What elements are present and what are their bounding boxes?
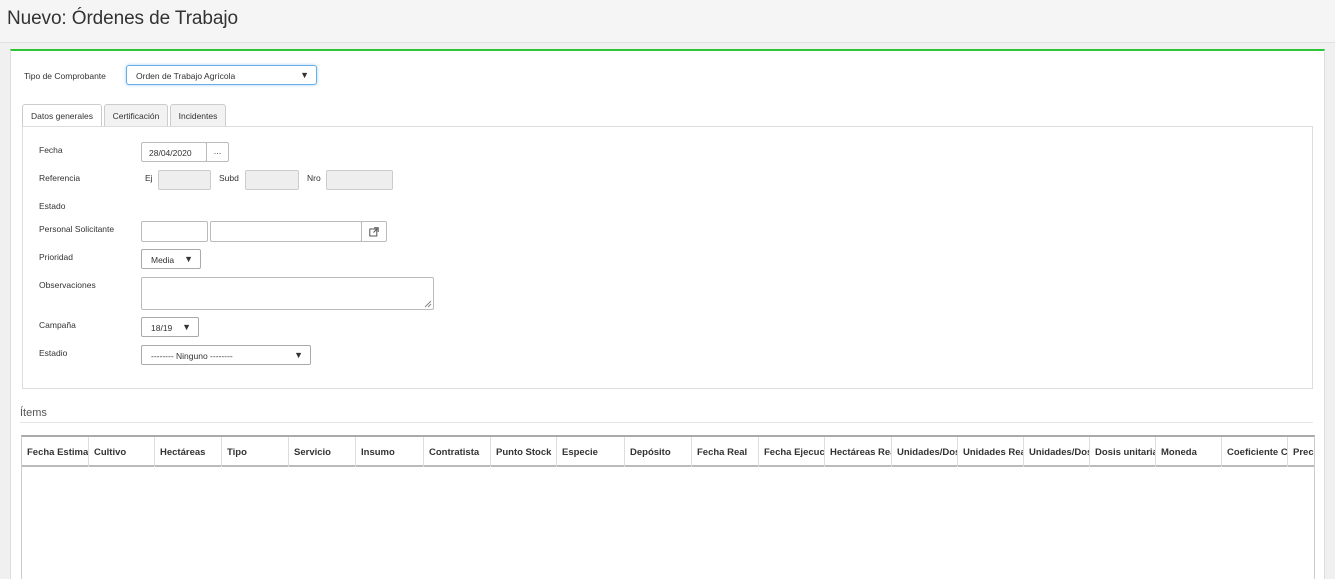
comprobante-select[interactable]: Orden de Trabajo Agrícola ▼	[126, 65, 317, 85]
column-header[interactable]: Dosis unitaria	[1090, 437, 1156, 467]
items-title: Ítems	[20, 407, 47, 419]
column-header[interactable]: Tipo	[222, 437, 289, 467]
column-header[interactable]: Unidades Reales	[958, 437, 1024, 467]
observaciones-textarea[interactable]	[141, 277, 434, 310]
column-header[interactable]: Hectáreas Reales	[825, 437, 892, 467]
column-header[interactable]: Contratista	[424, 437, 491, 467]
subd-label: Subd	[219, 173, 239, 183]
column-header[interactable]: Insumo	[356, 437, 424, 467]
referencia-label: Referencia	[39, 173, 81, 183]
resize-grip-icon[interactable]	[424, 300, 432, 308]
fecha-picker-button[interactable]: ...	[206, 142, 229, 162]
estadio-value: -------- Ninguno --------	[151, 351, 233, 361]
prioridad-select[interactable]: Media ▼	[141, 249, 201, 269]
column-header[interactable]: Hectáreas	[155, 437, 222, 467]
items-grid: Fecha EstimadaCultivoHectáreasTipoServic…	[21, 435, 1315, 579]
campana-label: Campaña	[39, 320, 76, 330]
column-header[interactable]: Fecha Ejecución	[759, 437, 825, 467]
page-title: Nuevo: Órdenes de Trabajo	[7, 8, 238, 29]
column-header[interactable]: Depósito	[625, 437, 692, 467]
observaciones-label: Observaciones	[39, 280, 96, 290]
page-header: Nuevo: Órdenes de Trabajo	[0, 0, 1335, 43]
column-header[interactable]: Servicio	[289, 437, 356, 467]
column-header[interactable]: Cultivo	[89, 437, 155, 467]
estadio-label: Estadio	[39, 348, 68, 358]
campana-value: 18/19	[151, 323, 173, 333]
column-header[interactable]: Precio	[1288, 437, 1314, 467]
column-header[interactable]: Coeficiente Conversión	[1222, 437, 1288, 467]
column-header[interactable]: Unidades/Dosis	[1024, 437, 1090, 467]
column-header[interactable]: Punto Stock	[491, 437, 557, 467]
column-header[interactable]: Especie	[557, 437, 625, 467]
items-divider	[20, 422, 1313, 423]
fecha-label: Fecha	[39, 145, 63, 155]
tab-datos-generales[interactable]: Datos generales	[22, 104, 102, 128]
campana-select[interactable]: 18/19 ▼	[141, 317, 199, 337]
column-header[interactable]: Fecha Estimada	[22, 437, 89, 467]
prioridad-value: Media	[151, 255, 175, 265]
tab-label: Incidentes	[178, 111, 218, 121]
nro-label: Nro	[307, 173, 321, 183]
comprobante-value: Orden de Trabajo Agrícola	[136, 71, 236, 81]
comprobante-label: Tipo de Comprobante	[24, 71, 106, 81]
personal-code-input[interactable]	[141, 221, 208, 242]
tab-certificacion[interactable]: Certificación	[104, 104, 168, 127]
fecha-input[interactable]: 28/04/2020	[141, 142, 207, 162]
ej-input	[158, 170, 211, 190]
chevron-down-icon: ▼	[182, 322, 191, 332]
fecha-value: 28/04/2020	[149, 148, 192, 158]
chevron-down-icon: ▼	[294, 350, 303, 360]
items-grid-header: Fecha EstimadaCultivoHectáreasTipoServic…	[22, 437, 1314, 467]
ej-label: Ej	[145, 173, 153, 183]
personal-name-input[interactable]	[210, 221, 362, 242]
column-header[interactable]: Unidades/Dosis	[892, 437, 958, 467]
subd-input	[245, 170, 299, 190]
nro-input	[326, 170, 393, 190]
prioridad-label: Prioridad	[39, 252, 74, 262]
chevron-down-icon: ▼	[184, 254, 193, 264]
external-link-icon	[369, 227, 379, 237]
personal-open-button[interactable]	[361, 221, 387, 242]
estado-label: Estado	[39, 201, 66, 211]
tab-label: Certificación	[112, 111, 160, 121]
tab-label: Datos generales	[31, 111, 93, 121]
column-header[interactable]: Moneda	[1156, 437, 1222, 467]
estadio-select[interactable]: -------- Ninguno -------- ▼	[141, 345, 311, 365]
chevron-down-icon: ▼	[300, 70, 309, 80]
tab-incidentes[interactable]: Incidentes	[170, 104, 226, 127]
personal-label: Personal Solicitante	[39, 224, 115, 234]
fecha-picker-label: ...	[213, 146, 222, 156]
column-header[interactable]: Fecha Real	[692, 437, 759, 467]
